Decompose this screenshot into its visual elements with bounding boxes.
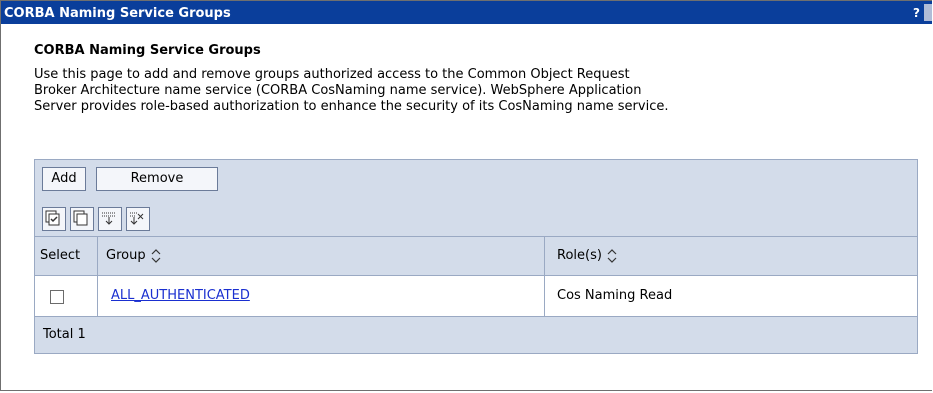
- header-select: Select: [35, 237, 98, 275]
- header-group-label[interactable]: Group: [106, 248, 146, 263]
- header-select-label: Select: [40, 248, 81, 263]
- header-roles[interactable]: Role(s): [545, 237, 917, 275]
- minimize-icon[interactable]: [924, 4, 932, 21]
- sort-icon[interactable]: [150, 248, 162, 263]
- sort-icon[interactable]: [606, 248, 618, 263]
- icon-toolbar: [34, 198, 918, 237]
- page-heading: CORBA Naming Service Groups: [34, 43, 261, 58]
- groups-collection-panel: Add Remove Select Group Role(s) ALL_AUTH…: [34, 159, 918, 393]
- description-line: Server provides role-based authorization…: [34, 99, 669, 114]
- description-line: Use this page to add and remove groups a…: [34, 67, 630, 82]
- row-checkbox[interactable]: [50, 290, 64, 304]
- window-title: CORBA Naming Service Groups: [4, 6, 231, 21]
- table-total-row: Total 1: [34, 317, 918, 354]
- role-value: Cos Naming Read: [557, 288, 673, 303]
- table-header: Select Group Role(s): [34, 237, 918, 276]
- show-filter-icon[interactable]: [98, 207, 122, 231]
- page-description: Use this page to add and remove groups a…: [34, 67, 924, 115]
- total-count: Total 1: [43, 327, 86, 342]
- header-group[interactable]: Group: [98, 237, 545, 275]
- deselect-all-icon[interactable]: [70, 207, 94, 231]
- table-row: ALL_AUTHENTICATED Cos Naming Read: [34, 276, 918, 317]
- remove-button[interactable]: Remove: [96, 167, 218, 191]
- description-line: Broker Architecture name service (CORBA …: [34, 83, 642, 98]
- title-bar: CORBA Naming Service Groups ?: [1, 1, 932, 24]
- row-roles-cell: Cos Naming Read: [545, 276, 917, 316]
- row-select-cell: [35, 276, 98, 316]
- select-all-icon[interactable]: [42, 207, 66, 231]
- help-icon[interactable]: ?: [913, 6, 920, 20]
- group-link[interactable]: ALL_AUTHENTICATED: [111, 288, 250, 303]
- add-button[interactable]: Add: [42, 167, 86, 191]
- clear-filter-icon[interactable]: [126, 207, 150, 231]
- row-group-cell: ALL_AUTHENTICATED: [98, 276, 545, 316]
- header-roles-label[interactable]: Role(s): [557, 248, 602, 263]
- button-bar: Add Remove: [34, 159, 918, 199]
